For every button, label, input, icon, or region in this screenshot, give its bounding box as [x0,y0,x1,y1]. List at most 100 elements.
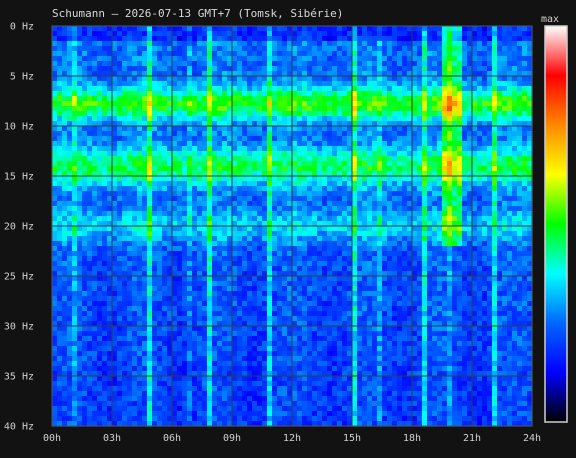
heatmap-cell [477,241,483,247]
heatmap-cell [272,56,278,62]
heatmap-cell [437,246,443,252]
heatmap-cell [237,196,243,202]
heatmap-cell [392,196,398,202]
heatmap-cell [437,156,443,162]
heatmap-cell [282,126,288,132]
heatmap-cell [92,101,98,107]
heatmap-cell [337,281,343,287]
heatmap-cell [412,26,418,32]
heatmap-cell [97,276,103,282]
heatmap-cell [117,116,123,122]
heatmap-cell [57,81,63,87]
heatmap-cell [472,201,478,207]
heatmap-cell [427,151,433,157]
heatmap-cell [82,106,88,112]
heatmap-cell [402,41,408,47]
heatmap-cell [62,226,68,232]
heatmap-cell [52,256,58,262]
heatmap-cell [217,66,223,72]
heatmap-cell [147,181,153,187]
heatmap-cell [342,91,348,97]
heatmap-cell [202,201,208,207]
heatmap-cell [452,251,458,257]
heatmap-cell [292,96,298,102]
heatmap-cell [422,151,428,157]
heatmap-cell [357,86,363,92]
heatmap-cell [142,216,148,222]
heatmap-cell [207,176,213,182]
heatmap-cell [297,236,303,242]
heatmap-cell [337,166,343,172]
heatmap-cell [207,111,213,117]
heatmap-cell [317,241,323,247]
heatmap-cell [262,136,268,142]
heatmap-cell [67,41,73,47]
heatmap-cell [207,141,213,147]
heatmap-cell [137,111,143,117]
heatmap-cell [127,76,133,82]
heatmap-cell [52,131,58,137]
heatmap-cell [117,161,123,167]
heatmap-cell [302,136,308,142]
heatmap-cell [267,191,273,197]
heatmap-cell [507,116,513,122]
heatmap-cell [77,76,83,82]
heatmap-cell [272,191,278,197]
heatmap-cell [302,26,308,32]
heatmap-cell [372,161,378,167]
heatmap-cell [172,161,178,167]
heatmap-cell [322,31,328,37]
heatmap-cell [422,76,428,82]
heatmap-cell [337,136,343,142]
heatmap-cell [122,81,128,87]
heatmap-cell [417,61,423,67]
heatmap-cell [392,146,398,152]
heatmap-cell [157,186,163,192]
heatmap-cell [182,116,188,122]
heatmap-cell [472,51,478,57]
heatmap-cell [237,191,243,197]
heatmap-cell [232,116,238,122]
heatmap-cell [67,141,73,147]
heatmap-cell [512,151,518,157]
heatmap-cell [322,116,328,122]
heatmap-cell [317,141,323,147]
heatmap-cell [317,126,323,132]
heatmap-cell [57,116,63,122]
heatmap-cell [492,46,498,52]
heatmap-cell [177,206,183,212]
heatmap-cell [162,211,168,217]
heatmap-cell [387,86,393,92]
heatmap-cell [372,86,378,92]
heatmap-cell [427,216,433,222]
heatmap-cell [157,136,163,142]
heatmap-cell [77,26,83,32]
heatmap-cell [152,146,158,152]
heatmap-cell [397,151,403,157]
heatmap-cell [382,281,388,287]
heatmap-cell [177,276,183,282]
heatmap-cell [417,261,423,267]
heatmap-cell [77,201,83,207]
heatmap-cell [162,236,168,242]
heatmap-cell [472,96,478,102]
heatmap-cell [172,266,178,272]
heatmap-cell [497,276,503,282]
heatmap-cell [277,166,283,172]
heatmap-cell [392,226,398,232]
heatmap-cell [337,201,343,207]
heatmap-cell [452,91,458,97]
heatmap-cell [182,216,188,222]
heatmap-cell [207,136,213,142]
heatmap-cell [502,226,508,232]
heatmap-cell [302,131,308,137]
heatmap-cell [242,191,248,197]
heatmap-cell [257,86,263,92]
heatmap-cell [207,126,213,132]
heatmap-cell [147,176,153,182]
heatmap-cell [432,276,438,282]
heatmap-cell [372,201,378,207]
heatmap-cell [422,241,428,247]
heatmap-cell [492,226,498,232]
heatmap-cell [222,86,228,92]
